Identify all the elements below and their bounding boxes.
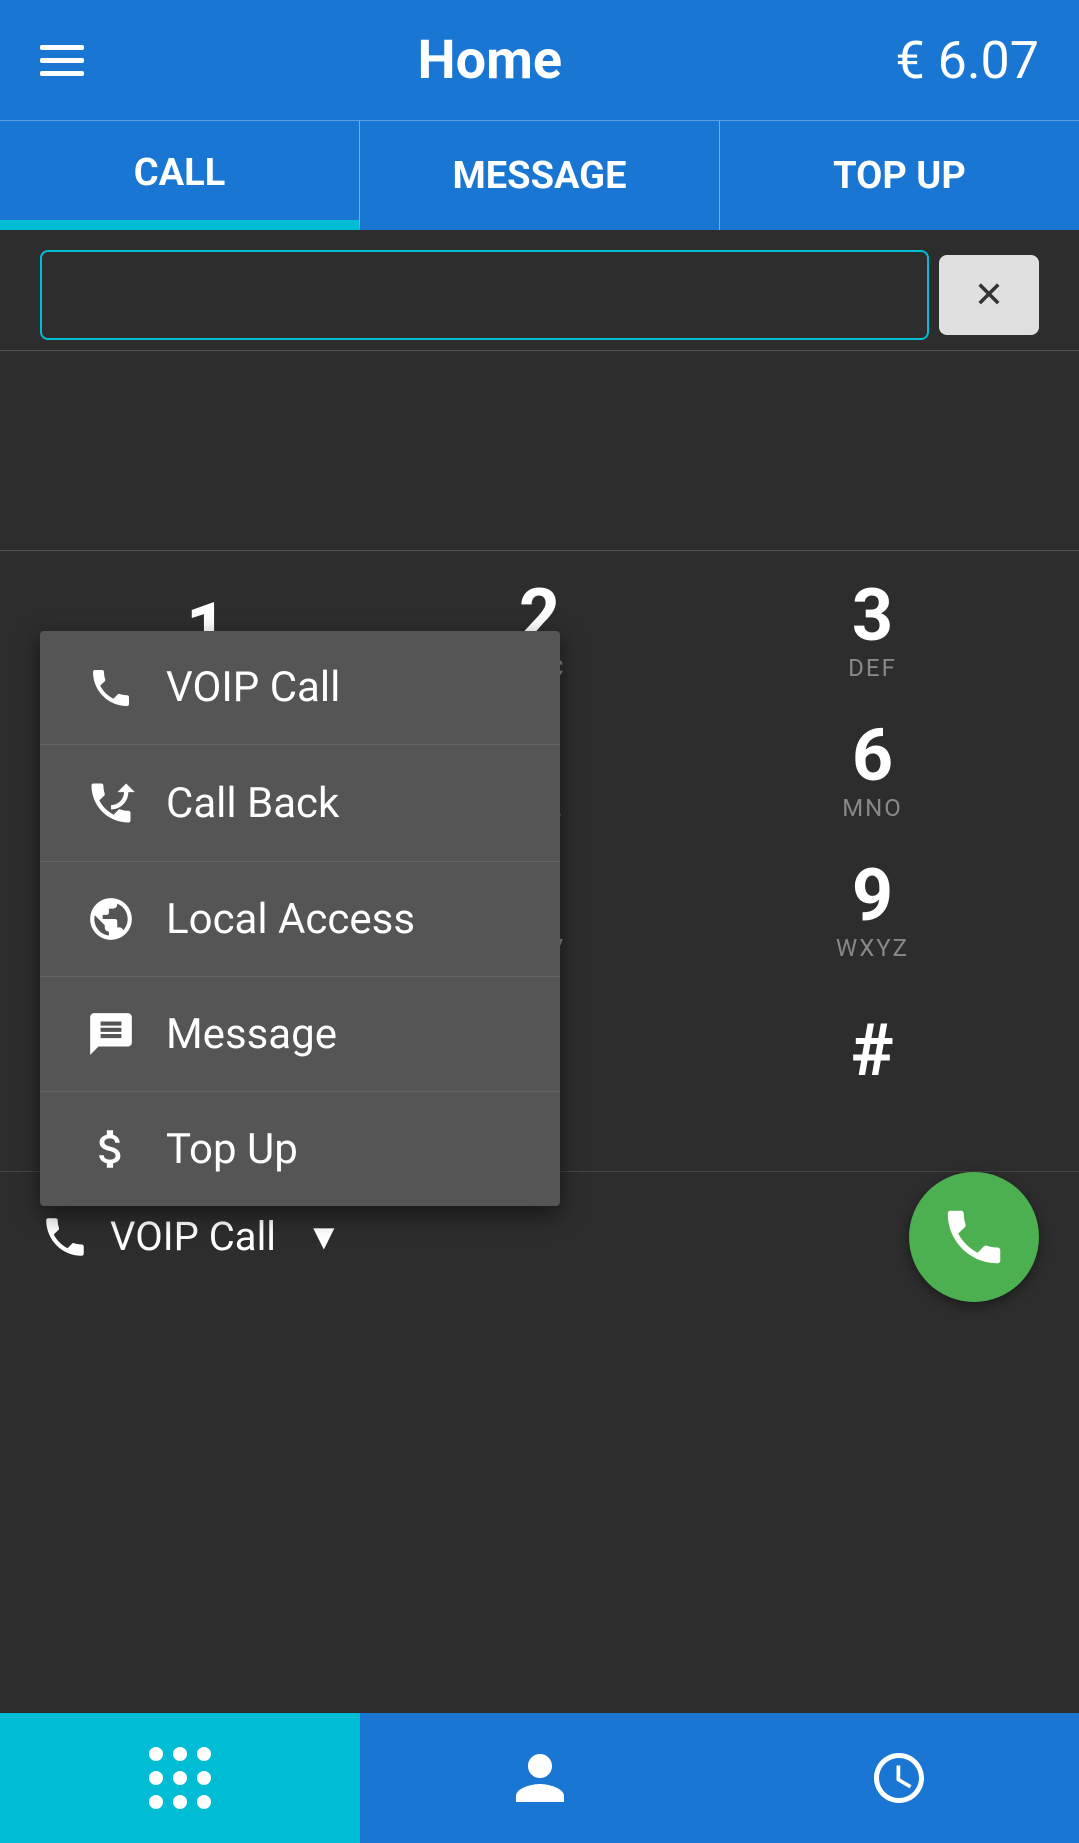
top-up-label: Top Up [166,1125,298,1174]
call-mode-selector[interactable]: VOIP Call ▼ [40,1212,342,1262]
phone-input[interactable] [40,250,929,340]
nav-contacts[interactable] [360,1713,720,1843]
key-3[interactable]: 3 DEF [763,571,983,691]
nav-dialpad[interactable] [0,1713,360,1843]
clock-icon [869,1748,929,1808]
message-icon [76,1009,146,1059]
page-title: Home [417,29,562,92]
tab-topup[interactable]: TOP UP [720,121,1079,230]
globe-icon [76,894,146,944]
call-mode-phone-icon [40,1212,90,1262]
call-mode-label: VOIP Call [110,1213,276,1260]
local-access-label: Local Access [166,895,415,944]
call-button-icon [939,1202,1009,1272]
key-hash[interactable]: # [763,991,983,1111]
phone-display-area [0,230,1079,351]
dialpad-area: 1 2 ABC 3 DEF 4 GHI 5 JKL 6 MNO 7 PQRS [0,551,1079,1171]
tab-bar: CALL MESSAGE TOP UP [0,120,1079,230]
dropdown-item-local-access[interactable]: Local Access [40,862,560,977]
header: Home € 6.07 [0,0,1079,120]
call-options-dropdown: VOIP Call Call Back Local Access [40,631,560,1206]
menu-icon[interactable] [40,45,84,76]
key-6[interactable]: 6 MNO [763,711,983,831]
voip-call-label: VOIP Call [166,663,340,712]
bottom-navigation [0,1713,1079,1843]
dropdown-item-voip-call[interactable]: VOIP Call [40,631,560,745]
dropdown-item-message[interactable]: Message [40,977,560,1092]
call-button[interactable] [909,1172,1039,1302]
message-label: Message [166,1010,337,1059]
dropdown-item-top-up[interactable]: Top Up [40,1092,560,1206]
balance-display: € 6.07 [895,30,1039,91]
tab-message[interactable]: MESSAGE [360,121,720,230]
phone-output-area [0,351,1079,551]
phone-back-icon [76,777,146,829]
contacts-icon [510,1748,570,1808]
call-back-label: Call Back [166,779,339,828]
tab-call[interactable]: CALL [0,121,360,230]
key-9[interactable]: 9 WXYZ [763,851,983,971]
dropdown-item-call-back[interactable]: Call Back [40,745,560,862]
phone-icon [76,664,146,712]
backspace-button[interactable] [939,255,1039,335]
nav-recents[interactable] [719,1713,1079,1843]
call-mode-arrow: ▼ [306,1216,342,1258]
money-icon [76,1124,146,1174]
dialpad-grid-icon [149,1747,211,1809]
